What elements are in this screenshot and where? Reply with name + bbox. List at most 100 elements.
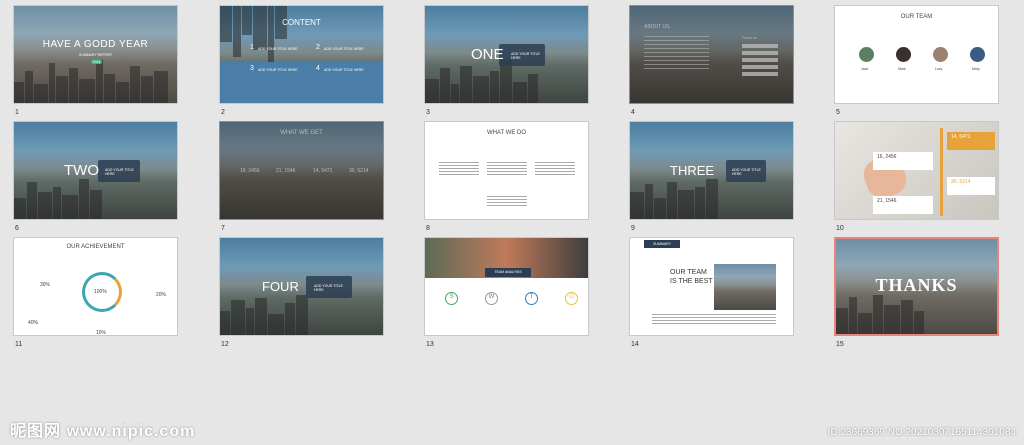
swot-letter: O — [569, 294, 574, 300]
slide-number: 4 — [631, 109, 635, 116]
stat-value: 30, 5214 — [349, 168, 369, 174]
member-name: Lucy — [935, 67, 943, 71]
slide-number: 9 — [631, 225, 635, 232]
stat-value: 14, 5471 — [951, 134, 971, 140]
section-title: ADD YOUR TITLE HERE — [511, 52, 540, 60]
slide-15[interactable]: THANKS 15 — [834, 237, 999, 348]
section-number: ONE — [471, 46, 504, 63]
avatar — [970, 47, 985, 62]
slide-7[interactable]: WHAT WE GET 18, 2456 21, 1546 14, 5471 3… — [219, 121, 384, 232]
slide-subtitle: SUMMARY REPORT — [78, 53, 113, 57]
slide-number: 5 — [836, 109, 840, 116]
section-number: FOUR — [262, 279, 299, 294]
slide-number: 8 — [426, 225, 430, 232]
slide-title: TEAM ANALYSIS — [494, 270, 522, 274]
section-title: ADD YOUR TITLE HERE — [105, 168, 134, 176]
slide-number: 3 — [426, 109, 430, 116]
slide-number: 6 — [15, 225, 19, 232]
member-name: Mark — [898, 67, 906, 71]
slide-number: 1 — [15, 109, 19, 116]
item-label: ADD YOUR TITLE HERE — [324, 47, 364, 51]
slide-thumbnail[interactable]: ABOUT US Follow us — [629, 5, 794, 104]
slide-number: 14 — [631, 341, 639, 348]
slide-9[interactable]: THREE ADD YOUR TITLE HERE 9 — [629, 121, 794, 232]
slide-thumbnail[interactable]: TWO ADD YOUR TITLE HERE — [13, 121, 178, 220]
slide-thumbnail[interactable]: WHAT WE GET 18, 2456 21, 1546 14, 5471 3… — [219, 121, 384, 220]
follow-label: Follow us — [742, 36, 757, 40]
thanks-title: THANKS — [875, 275, 958, 295]
slide-title: OUR TEAM — [900, 14, 933, 20]
stat-value: 21, 1546 — [877, 198, 897, 204]
slide-heading-line2: IS THE BEST — [670, 278, 713, 285]
section-number: THREE — [670, 163, 715, 178]
slide-5[interactable]: OUR TEAM Jack Mark Lucy Mary 5 — [834, 5, 999, 116]
stat-value: 18, 2456 — [240, 168, 260, 174]
slide-thumbnail[interactable]: 16, 2456 14, 5471 30, 5214 21, 1546 — [834, 121, 999, 220]
slide-title: OUR ACHIEVEMENT — [66, 244, 125, 250]
slide-13[interactable]: TEAM ANALYSIS S W T O 13 — [424, 237, 589, 348]
slide-thumbnail[interactable]: OUR TEAM Jack Mark Lucy Mary — [834, 5, 999, 104]
item-number: 4 — [316, 65, 320, 72]
slide-6[interactable]: TWO ADD YOUR TITLE HERE 6 — [13, 121, 178, 232]
section-title: ADD YOUR TITLE HERE — [314, 284, 343, 292]
slide-3[interactable]: ONE ADD YOUR TITLE HERE 3 — [424, 5, 589, 116]
slide-thumbnail[interactable]: OUR ACHIEVEMENT 100% 30% 20% 40% 10% — [13, 237, 178, 336]
slide-4[interactable]: ABOUT US Follow us 4 — [629, 5, 794, 116]
slide-thumbnail[interactable]: ONE ADD YOUR TITLE HERE — [424, 5, 589, 104]
section-title: ADD YOUR TITLE HERE — [732, 168, 761, 176]
percent-label: 30% — [40, 282, 51, 288]
summary-tag: SUMMARY — [653, 242, 671, 246]
section-number: TWO — [64, 162, 99, 179]
item-number: 2 — [316, 44, 320, 51]
slide-thumbnail[interactable]: FOUR ADD YOUR TITLE HERE — [219, 237, 384, 336]
watermark-bar: 昵图网 www.nipic.com ID:23669369 NO:2021030… — [0, 419, 1024, 445]
watermark-site: 昵图网 www.nipic.com — [10, 423, 196, 440]
avatar — [859, 47, 874, 62]
slide-title: CONTENT — [282, 18, 321, 27]
stat-value: 30, 5214 — [951, 179, 971, 185]
avatar — [933, 47, 948, 62]
slide-11[interactable]: OUR ACHIEVEMENT 100% 30% 20% 40% 10% 11 — [13, 237, 178, 348]
slide-number: 12 — [221, 341, 229, 348]
percent-label: 20% — [156, 292, 167, 298]
slide-thumbnail[interactable]: THREE ADD YOUR TITLE HERE — [629, 121, 794, 220]
slide-title: WHAT WE GET — [280, 130, 323, 136]
slide-number: 13 — [426, 341, 434, 348]
stat-value: 14, 5471 — [313, 168, 333, 174]
slide-thumbnail[interactable]: CONTENT 1 ADD YOUR TITLE HERE 2 ADD YOUR… — [219, 5, 384, 104]
slide-title: WHAT WE DO — [486, 130, 527, 136]
year-badge: 2021 — [91, 60, 102, 64]
slide-thumbnail[interactable]: SUMMARY OUR TEAM IS THE BEST — [629, 237, 794, 336]
slide-number: 10 — [836, 225, 844, 232]
slide-thumbnail[interactable]: THANKS — [834, 237, 999, 336]
slide-number: 15 — [836, 341, 844, 348]
slide-thumbnail[interactable]: TEAM ANALYSIS S W T O — [424, 237, 589, 336]
watermark-id: ID:23669369 NO:20210307165114301084 — [827, 427, 1016, 438]
member-name: Mary — [972, 67, 980, 71]
slide-thumbnail[interactable]: WHAT WE DO — [424, 121, 589, 220]
percent-label: 10% — [96, 330, 107, 336]
slide-number: 7 — [221, 225, 225, 232]
slide-10[interactable]: 16, 2456 14, 5471 30, 5214 21, 1546 10 — [834, 121, 999, 232]
item-label: ADD YOUR TITLE HERE — [258, 68, 298, 72]
slide-8[interactable]: WHAT WE DO 8 — [424, 121, 589, 232]
slide-number: 2 — [221, 109, 225, 116]
percent-label: 40% — [28, 320, 39, 326]
item-number: 3 — [250, 65, 254, 72]
slide-12[interactable]: FOUR ADD YOUR TITLE HERE 12 — [219, 237, 384, 348]
slide-14[interactable]: SUMMARY OUR TEAM IS THE BEST 14 — [629, 237, 794, 348]
swot-letter: T — [529, 294, 534, 300]
swot-letter: S — [449, 294, 454, 300]
slide-1[interactable]: HAVE A GODD YEAR SUMMARY REPORT 2021 1 — [13, 5, 178, 116]
slide-heading-line1: OUR TEAM — [670, 269, 707, 276]
slide-title: HAVE A GODD YEAR — [42, 39, 149, 50]
slide-title: ABOUT US — [644, 24, 670, 30]
slide-2[interactable]: CONTENT 1 ADD YOUR TITLE HERE 2 ADD YOUR… — [219, 5, 384, 116]
city-photo — [714, 264, 776, 310]
stat-value: 21, 1546 — [276, 168, 296, 174]
swot-letter: W — [488, 294, 495, 300]
stat-value: 16, 2456 — [877, 154, 897, 160]
slide-number: 11 — [15, 341, 23, 348]
item-label: ADD YOUR TITLE HERE — [324, 68, 364, 72]
slide-thumbnail[interactable]: HAVE A GODD YEAR SUMMARY REPORT 2021 — [13, 5, 178, 104]
